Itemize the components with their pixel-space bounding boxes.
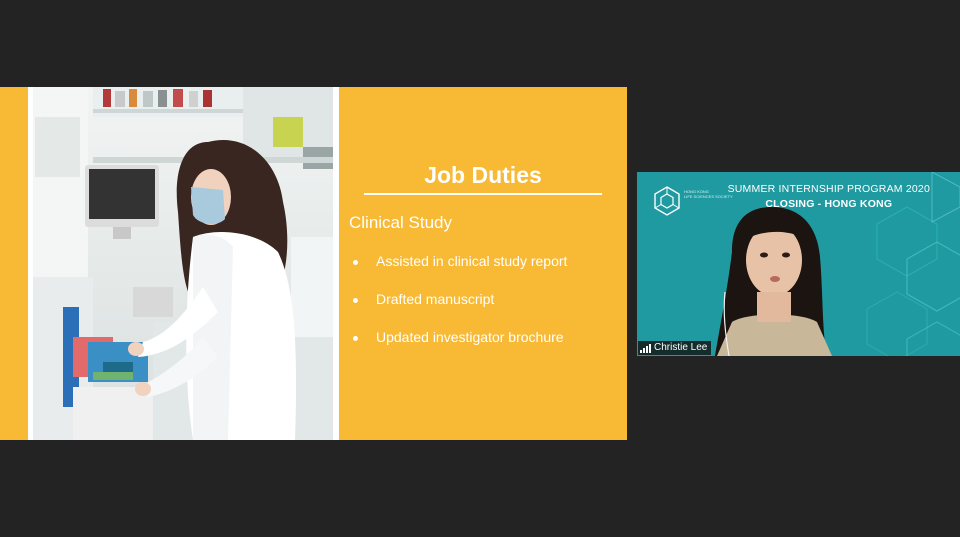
list-item: Assisted in clinical study report [352, 253, 567, 291]
title-divider [364, 193, 602, 195]
society-logo-icon [654, 186, 680, 216]
bullet-icon [353, 260, 358, 265]
bullet-icon [353, 336, 358, 341]
slide-title: Job Duties [424, 162, 542, 188]
participant-name-tag: Christie Lee [638, 341, 712, 355]
shared-screen-slide: Job Duties Clinical Study Assisted in cl… [0, 87, 627, 440]
lab-scientist-illustration [33, 87, 333, 440]
list-item: Drafted manuscript [352, 291, 567, 329]
program-title: SUMMER INTERNSHIP PROGRAM 2020 [727, 183, 930, 195]
bullet-icon [353, 298, 358, 303]
participant-name: Christie Lee [654, 342, 708, 353]
duty-list: Assisted in clinical study report Drafte… [352, 253, 567, 367]
participant-video-tile[interactable]: HONG KONG LIFE SCIENCES SOCIETY SUMMER I… [637, 172, 960, 356]
list-item: Updated investigator brochure [352, 329, 567, 367]
duty-text: Assisted in clinical study report [376, 253, 568, 269]
section-heading: Clinical Study [349, 213, 452, 232]
duty-text: Drafted manuscript [376, 291, 495, 307]
lab-photo [28, 87, 339, 440]
signal-bars-icon [640, 343, 651, 353]
program-subtitle: CLOSING - HONG KONG [765, 198, 893, 210]
virtual-background-title: SUMMER INTERNSHIP PROGRAM 2020 CLOSING -… [728, 182, 930, 212]
duty-text: Updated investigator brochure [376, 329, 564, 345]
